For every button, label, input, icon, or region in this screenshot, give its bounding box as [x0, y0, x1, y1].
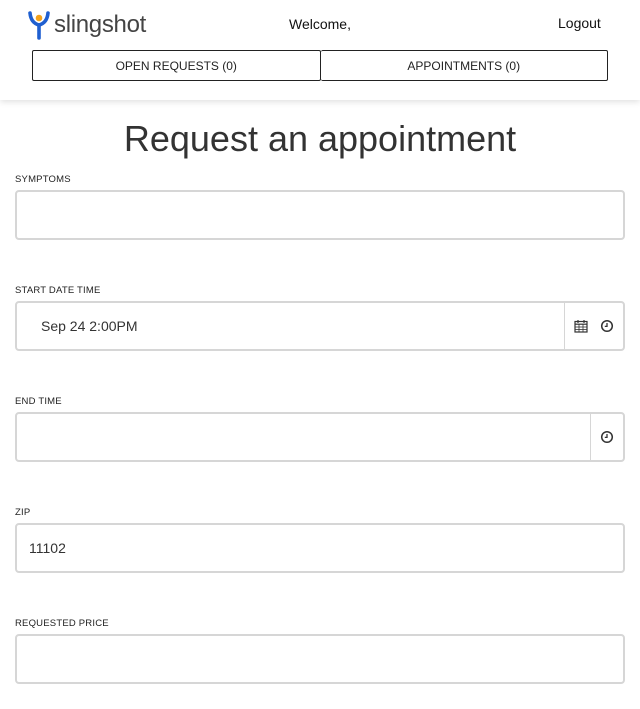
start-date-time-label: START DATE TIME: [15, 285, 101, 296]
zip-input[interactable]: [17, 525, 623, 571]
welcome-text: Welcome,: [289, 16, 351, 32]
tab-bar: OPEN REQUESTS (0) APPOINTMENTS (0): [32, 50, 608, 81]
symptoms-input[interactable]: [17, 192, 623, 238]
logo-text: slingshot: [54, 11, 147, 38]
logout-link[interactable]: Logout: [558, 15, 601, 31]
slingshot-logo-icon: [28, 11, 50, 40]
tab-appointments[interactable]: APPOINTMENTS (0): [320, 50, 608, 81]
slingshot-logo[interactable]: slingshot: [27, 10, 146, 40]
requested-price-label: REQUESTED PRICE: [15, 618, 109, 629]
page-title: Request an appointment: [123, 118, 517, 159]
end-time-label: END TIME: [15, 396, 62, 407]
clock-icon[interactable]: [600, 430, 614, 444]
calendar-icon[interactable]: [574, 319, 588, 333]
tab-open-requests[interactable]: OPEN REQUESTS (0): [32, 50, 321, 81]
start-date-time-input[interactable]: [17, 303, 564, 349]
start-date-time-addon: [564, 303, 623, 349]
clock-icon[interactable]: [600, 319, 614, 333]
zip-field-wrapper: [15, 523, 625, 573]
start-date-time-field-wrapper: [15, 301, 625, 351]
end-time-addon: [590, 414, 623, 460]
symptoms-label: SYMPTOMS: [15, 174, 71, 185]
zip-label: ZIP: [15, 507, 31, 518]
end-time-input[interactable]: [17, 414, 590, 460]
requested-price-input[interactable]: [17, 636, 623, 682]
symptoms-field-wrapper: [15, 190, 625, 240]
requested-price-field-wrapper: [15, 634, 625, 684]
end-time-field-wrapper: [15, 412, 625, 462]
app-header: slingshot Welcome, Logout OPEN REQUESTS …: [0, 0, 640, 100]
